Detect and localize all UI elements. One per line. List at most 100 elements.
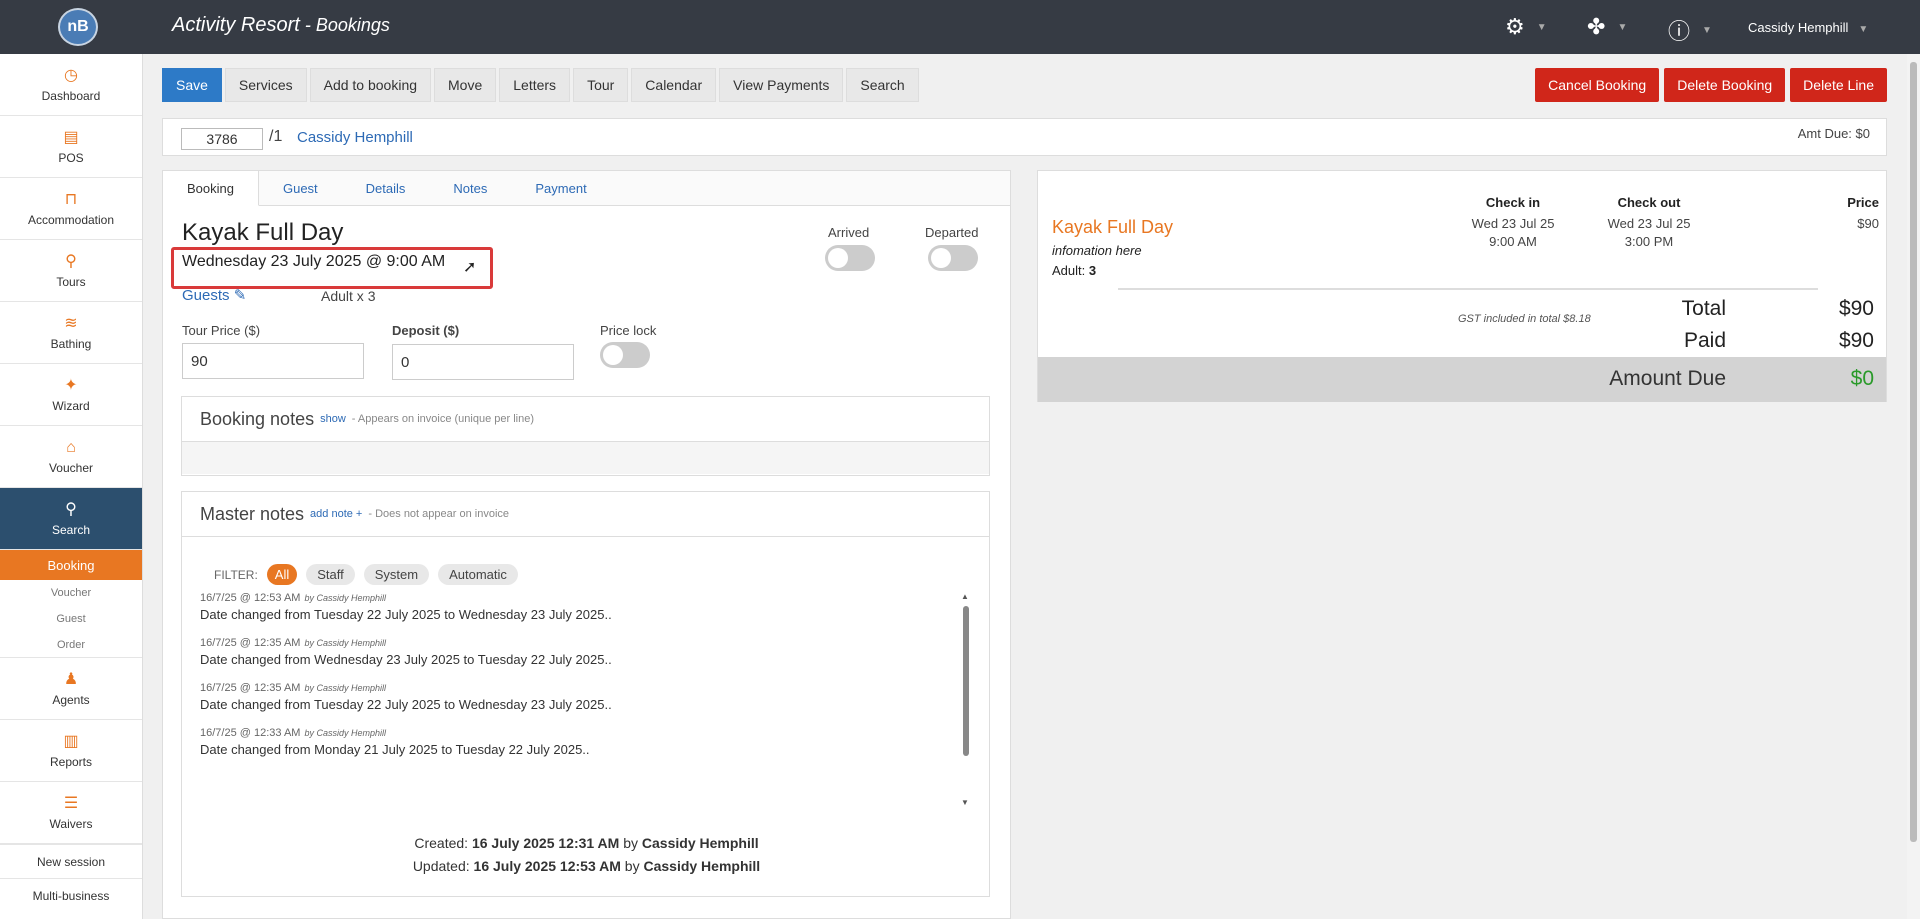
move-button[interactable]: Move <box>434 68 497 102</box>
tools-menu[interactable]: ✤ ▼ <box>1587 14 1627 40</box>
sidebar-item-search[interactable]: ⚲ Search <box>0 488 142 550</box>
sidebar-item-tours[interactable]: ⚲ Tours <box>0 240 142 302</box>
master-notes-header: Master notes add note + - Does not appea… <box>182 492 989 537</box>
letters-button[interactable]: Letters <box>499 68 571 102</box>
notes-scrollbar[interactable]: ▲ ▼ <box>961 592 971 812</box>
price-lock-label: Price lock <box>600 323 657 338</box>
deposit-input[interactable]: 0 <box>392 344 574 380</box>
col-checkin: Check in <box>1485 195 1541 210</box>
services-button[interactable]: Services <box>224 68 307 102</box>
delete-line-button[interactable]: Delete Line <box>1790 68 1887 102</box>
chevron-down-icon: ▼ <box>1617 21 1628 33</box>
delete-booking-button[interactable]: Delete Booking <box>1664 68 1786 102</box>
note-meta: 16/7/25 @ 12:53 AM by Cassidy Hemphill <box>200 592 980 604</box>
sidebar-subitem-guest[interactable]: Guest <box>0 606 142 632</box>
sidebar-item-wizard[interactable]: ✦ Wizard <box>0 364 142 426</box>
note-meta: 16/7/25 @ 12:35 AM by Cassidy Hemphill <box>200 637 980 649</box>
add-to-booking-button[interactable]: Add to booking <box>309 68 432 102</box>
page-scrollbar[interactable] <box>1907 54 1920 919</box>
arrived-toggle[interactable] <box>825 245 875 271</box>
sidebar-item-dashboard[interactable]: ◷ Dashboard <box>0 54 142 116</box>
filter-chip-staff[interactable]: Staff <box>306 564 355 585</box>
list-item: 16/7/25 @ 12:35 AM by Cassidy Hemphill Da… <box>200 682 980 712</box>
tour-button[interactable]: Tour <box>573 68 629 102</box>
booking-notes-header: Booking notes show - Appears on invoice … <box>182 397 989 442</box>
booking-panel: Booking Guest Details Notes Payment Kaya… <box>162 170 1011 919</box>
sidebar-item-waivers[interactable]: ☰ Waivers <box>0 782 142 844</box>
gift-icon: ⌂ <box>66 438 76 456</box>
note-author: by Cassidy Hemphill <box>304 683 386 693</box>
sidebar-item-new-session[interactable]: New session <box>0 844 142 878</box>
save-button[interactable]: Save <box>162 68 222 102</box>
scroll-up-icon[interactable]: ▲ <box>961 592 969 601</box>
help-menu[interactable]: ⓘ ▼ <box>1668 14 1712 46</box>
sidebar-subitem-order[interactable]: Order <box>0 632 142 658</box>
tour-price-label: Tour Price ($) <box>182 323 261 338</box>
report-icon: ▥ <box>63 732 79 750</box>
list-item: 16/7/25 @ 12:33 AM by Cassidy Hemphill Da… <box>200 727 980 757</box>
sidebar-item-label: Tours <box>56 274 86 289</box>
sidebar-item-pos[interactable]: ▤ POS <box>0 116 142 178</box>
search-icon: ⚲ <box>65 500 77 518</box>
booking-notes-show-link[interactable]: show <box>320 413 346 425</box>
checkin-time: 9:00 AM <box>1489 234 1537 249</box>
tab-payment[interactable]: Payment <box>511 171 610 206</box>
filter-chip-system[interactable]: System <box>363 564 430 585</box>
sidebar-item-bathing[interactable]: ≋ Bathing <box>0 302 142 364</box>
page-scroll-thumb[interactable] <box>1910 62 1917 842</box>
booking-guest-link[interactable]: Cassidy Hemphill <box>297 129 413 146</box>
tab-guest[interactable]: Guest <box>259 171 342 206</box>
sidebar-subitem-voucher[interactable]: Voucher <box>0 580 142 606</box>
updated-by-label: by <box>624 858 640 874</box>
sidebar-subitem-booking[interactable]: Booking <box>0 550 142 580</box>
adult-count: 3 <box>1088 263 1097 278</box>
notes-filter: FILTER: All Staff System Automatic <box>214 564 518 585</box>
mouse-cursor-icon: ➚ <box>463 259 477 276</box>
note-author: by Cassidy Hemphill <box>304 728 386 738</box>
tab-notes[interactable]: Notes <box>429 171 511 206</box>
summary-service-name[interactable]: Kayak Full Day <box>1052 217 1173 238</box>
departed-toggle[interactable] <box>928 245 978 271</box>
app-logo[interactable]: nB <box>58 8 98 46</box>
sidebar-item-reports[interactable]: ▥ Reports <box>0 720 142 782</box>
settings-menu[interactable]: ⚙ ▼ <box>1505 14 1547 40</box>
booking-number-input[interactable]: 3786 <box>181 128 263 150</box>
checkout-value: Wed 23 Jul 25 3:00 PM <box>1599 215 1699 251</box>
pencil-icon: ✎ <box>233 287 247 304</box>
filter-chip-automatic[interactable]: Automatic <box>438 564 518 585</box>
note-meta: 16/7/25 @ 12:35 AM by Cassidy Hemphill <box>200 682 980 694</box>
tab-details[interactable]: Details <box>342 171 430 206</box>
tour-price-input[interactable]: 90 <box>182 343 364 379</box>
col-price: Price <box>1847 195 1879 210</box>
guests-edit-link[interactable]: Guests ✎ <box>182 286 246 304</box>
sidebar-item-label: Accommodation <box>27 212 115 227</box>
booking-notes-body <box>182 442 989 474</box>
tab-booking[interactable]: Booking <box>163 171 259 206</box>
filter-chip-all[interactable]: All <box>266 564 298 585</box>
note-text: Date changed from Tuesday 22 July 2025 t… <box>200 697 612 712</box>
deposit-label: Deposit ($) <box>392 323 460 338</box>
user-name: Cassidy Hemphill <box>1748 20 1849 35</box>
paid-label: Paid <box>1683 329 1726 352</box>
sidebar-item-agents[interactable]: ♟ Agents <box>0 658 142 720</box>
checkout-date: Wed 23 Jul 25 <box>1607 216 1691 231</box>
notes-scroll-thumb[interactable] <box>963 606 969 756</box>
sidebar-item-multi-business[interactable]: Multi-business <box>0 878 142 912</box>
route-icon: ⚲ <box>65 252 77 270</box>
add-note-link[interactable]: add note + <box>310 508 362 520</box>
created-by: Cassidy Hemphill <box>641 835 759 851</box>
search-button[interactable]: Search <box>846 68 919 102</box>
service-datetime[interactable]: Wednesday 23 July 2025 @ 9:00 AM <box>182 253 445 271</box>
list-item: 16/7/25 @ 12:35 AM by Cassidy Hemphill Da… <box>200 637 980 667</box>
calendar-button[interactable]: Calendar <box>631 68 717 102</box>
price-lock-toggle[interactable] <box>600 342 650 368</box>
sidebar-item-accommodation[interactable]: ⊓ Accommodation <box>0 178 142 240</box>
scroll-down-icon[interactable]: ▼ <box>961 798 969 807</box>
user-menu[interactable]: Cassidy Hemphill ▼ <box>1748 20 1868 35</box>
sidebar-item-label: Bathing <box>50 336 92 351</box>
booking-notes-title: Booking notes <box>200 408 315 429</box>
cancel-booking-button[interactable]: Cancel Booking <box>1535 68 1660 102</box>
view-payments-button[interactable]: View Payments <box>719 68 844 102</box>
dashboard-icon: ◷ <box>64 66 78 84</box>
sidebar-item-voucher[interactable]: ⌂ Voucher <box>0 426 142 488</box>
